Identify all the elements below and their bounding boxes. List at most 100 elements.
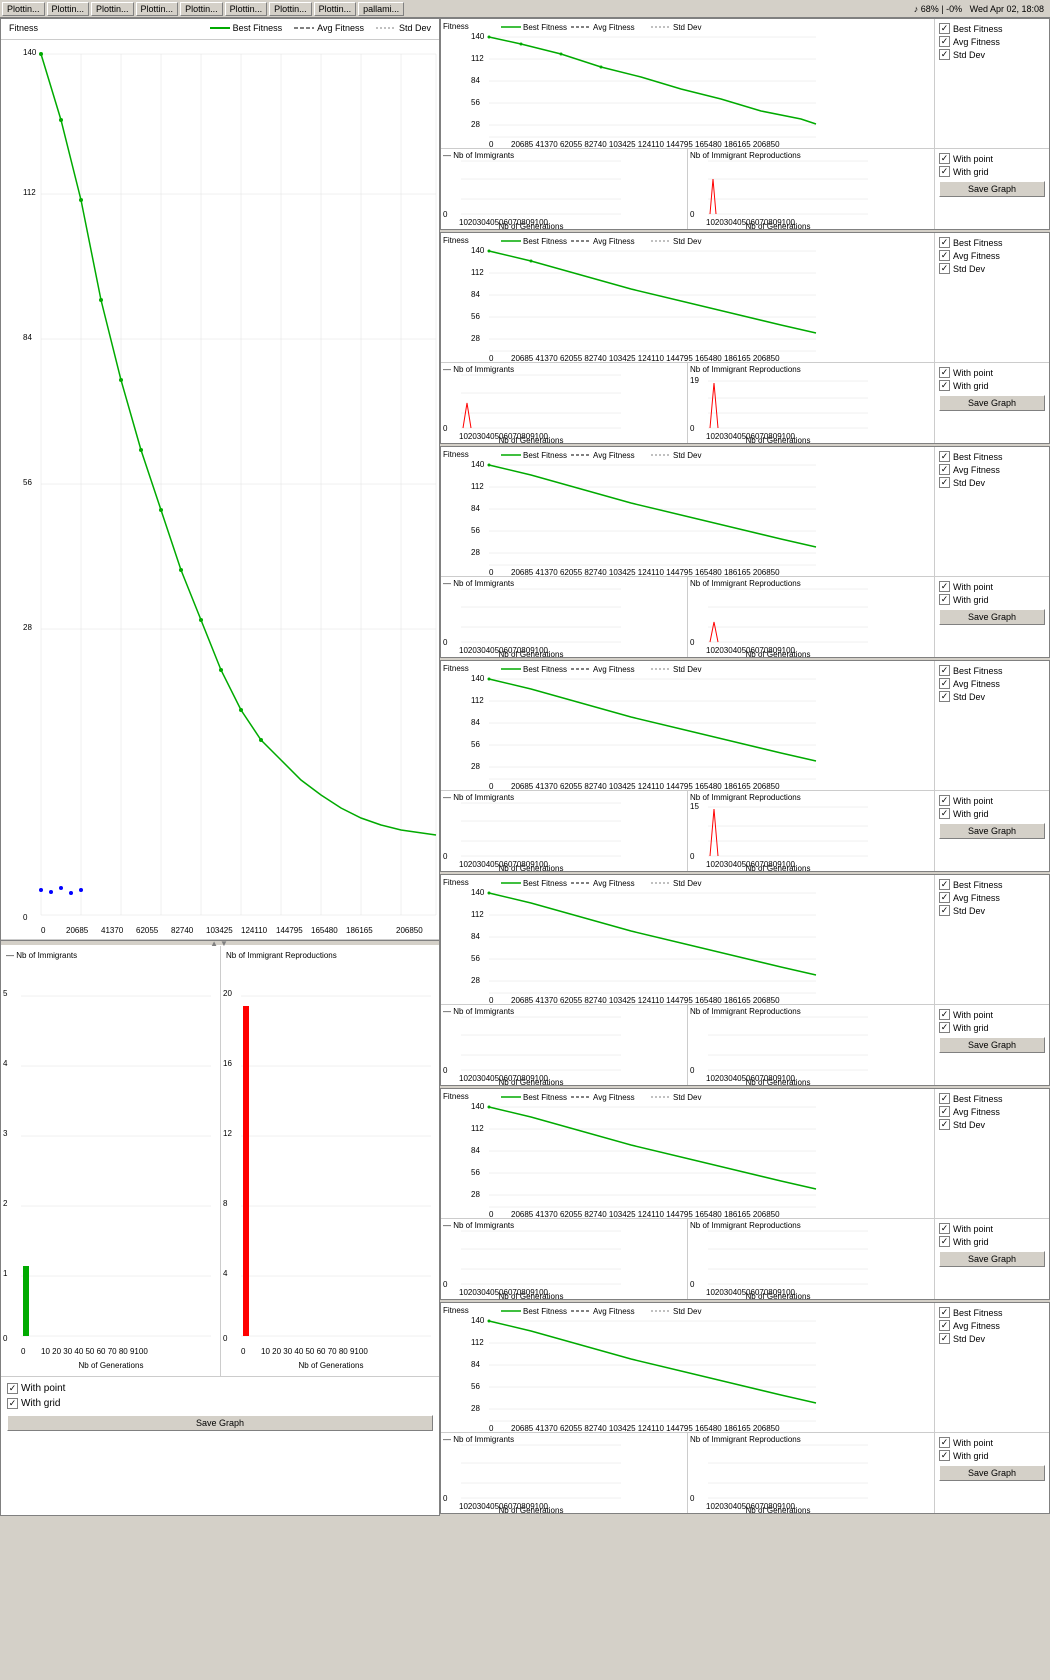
svg-text:0: 0 [690,424,695,433]
svg-text:0: 0 [443,1494,448,1503]
std-box-1[interactable]: ✓ [939,49,950,60]
std-check-2[interactable]: ✓ [939,263,950,274]
with-point-check-3[interactable]: ✓ [939,581,950,592]
immigrants-row-7: — Nb of Immigrants 0 1020304050607080910… [441,1433,1049,1513]
svg-text:10 20 30 40 50 60 70 80 9100: 10 20 30 40 50 60 70 80 9100 [261,1347,368,1356]
best-check-6[interactable]: ✓ [939,1093,950,1104]
avg-check-4[interactable]: ✓ [939,678,950,689]
svg-text:Nb of Immigrant Reproductions: Nb of Immigrant Reproductions [690,151,801,160]
with-grid-check-4[interactable]: ✓ [939,808,950,819]
chart-group-2: Fitness 140 112 84 56 28 [440,232,1050,444]
svg-text:0: 0 [443,638,448,647]
best-check-7[interactable]: ✓ [939,1307,950,1318]
with-point-check-6[interactable]: ✓ [939,1223,950,1234]
taskbar-btn-6[interactable]: Plottin... [225,2,268,16]
avg-check-5[interactable]: ✓ [939,892,950,903]
best-check-3[interactable]: ✓ [939,451,950,462]
taskbar-btn-8[interactable]: Plottin... [314,2,357,16]
taskbar-btn-2[interactable]: Plottin... [47,2,90,16]
with-point-check-4[interactable]: ✓ [939,795,950,806]
std-check-4[interactable]: ✓ [939,691,950,702]
left-panel: Fitness Best Fitness Avg Fitness Std Dev… [0,18,440,1516]
svg-text:4: 4 [3,1059,8,1068]
svg-text:Std Dev: Std Dev [673,1307,701,1316]
svg-text:84: 84 [471,290,480,299]
svg-text:112: 112 [471,1338,484,1347]
svg-text:84: 84 [471,76,480,85]
left-with-point-check[interactable]: ✓ [7,1383,18,1394]
with-grid-check-7[interactable]: ✓ [939,1450,950,1461]
fitness-legend-2: ✓Best Fitness ✓Avg Fitness ✓Std Dev [934,233,1049,363]
with-grid-check-1[interactable]: ✓ [939,166,950,177]
svg-text:Avg Fitness: Avg Fitness [593,451,635,460]
left-save-graph-btn[interactable]: Save Graph [7,1415,433,1431]
avg-check-6[interactable]: ✓ [939,1106,950,1117]
with-grid-check-3[interactable]: ✓ [939,594,950,605]
svg-text:Nb of Generations: Nb of Generations [746,436,811,443]
svg-text:112: 112 [471,1124,484,1133]
std-check-3[interactable]: ✓ [939,477,950,488]
save-graph-btn-5[interactable]: Save Graph [939,1037,1045,1053]
svg-text:20685 41370 62055 82740 103425: 20685 41370 62055 82740 103425 124110 14… [511,140,780,149]
best-check-4[interactable]: ✓ [939,665,950,676]
chart-group-1: Fitness 140 112 84 56 28 [440,18,1050,230]
with-grid-check-6[interactable]: ✓ [939,1236,950,1247]
immigrants-repro-4: Nb of Immigrant Reproductions 15 0 10203… [688,791,934,871]
svg-text:19: 19 [690,376,699,385]
with-grid-check-5[interactable]: ✓ [939,1022,950,1033]
svg-text:Nb of Generations: Nb of Generations [499,1078,564,1085]
avg-label-1: Avg Fitness [953,37,1000,47]
fitness-row-4: Fitness 140 112 84 56 28 [441,661,1049,791]
std-check-6[interactable]: ✓ [939,1119,950,1130]
svg-text:0: 0 [690,1280,695,1289]
taskbar-btn-3[interactable]: Plottin... [91,2,134,16]
legend-best-label: Best Fitness [233,23,283,33]
taskbar-btn-5[interactable]: Plottin... [180,2,223,16]
svg-text:28: 28 [23,623,32,632]
avg-check-2[interactable]: ✓ [939,250,950,261]
svg-text:28: 28 [471,1404,480,1413]
svg-text:Best Fitness: Best Fitness [523,1307,567,1316]
save-graph-btn-6[interactable]: Save Graph [939,1251,1045,1267]
svg-text:112: 112 [471,268,484,277]
with-point-check-1[interactable]: ✓ [939,153,950,164]
left-with-grid-check[interactable]: ✓ [7,1398,18,1409]
immigrants-repro-2: Nb of Immigrant Reproductions 19 0 10203… [688,363,934,443]
with-point-check-5[interactable]: ✓ [939,1009,950,1020]
taskbar-btn-7[interactable]: Plottin... [269,2,312,16]
with-point-check-7[interactable]: ✓ [939,1437,950,1448]
svg-text:0: 0 [41,926,46,935]
taskbar-btn-pallami[interactable]: pallami... [358,2,404,16]
avg-check-3[interactable]: ✓ [939,464,950,475]
save-graph-btn-3[interactable]: Save Graph [939,609,1045,625]
std-check-5[interactable]: ✓ [939,905,950,916]
taskbar-clock: ♪ 68% | -0% Wed Apr 02, 18:08 [914,4,1048,14]
best-check-2[interactable]: ✓ [939,237,950,248]
with-point-check-2[interactable]: ✓ [939,367,950,378]
taskbar-btn-4[interactable]: Plottin... [136,2,179,16]
taskbar-btn-1[interactable]: Plottin... [2,2,45,16]
svg-text:0: 0 [23,913,28,922]
save-graph-btn-1[interactable]: Save Graph [939,181,1045,197]
immigrants-repro-7: Nb of Immigrant Reproductions 0 10203040… [688,1433,934,1513]
fitness-chart-4: Fitness 140 112 84 56 28 [441,661,934,791]
avg-check-1[interactable]: ✓ [939,36,950,47]
svg-text:84: 84 [471,718,480,727]
svg-text:0: 0 [489,354,494,363]
svg-text:Nb of Immigrant Reproductions: Nb of Immigrant Reproductions [690,1221,801,1230]
with-grid-check-2[interactable]: ✓ [939,380,950,391]
save-graph-btn-4[interactable]: Save Graph [939,823,1045,839]
left-with-grid-label: With grid [21,1398,60,1409]
best-check-5[interactable]: ✓ [939,879,950,890]
save-graph-btn-2[interactable]: Save Graph [939,395,1045,411]
svg-text:— Nb of Immigrants: — Nb of Immigrants [6,951,77,960]
save-graph-btn-7[interactable]: Save Graph [939,1465,1045,1481]
svg-text:Nb of Generations: Nb of Generations [746,864,811,871]
std-check-7[interactable]: ✓ [939,1333,950,1344]
best-fitness-check-1: ✓ Best Fitness [939,23,1045,34]
svg-text:0: 0 [3,1334,8,1343]
avg-check-7[interactable]: ✓ [939,1320,950,1331]
fitness-legend-5: ✓Best Fitness ✓Avg Fitness ✓Std Dev [934,875,1049,1005]
svg-text:124110: 124110 [241,926,268,935]
best-check-1[interactable]: ✓ [939,23,950,34]
